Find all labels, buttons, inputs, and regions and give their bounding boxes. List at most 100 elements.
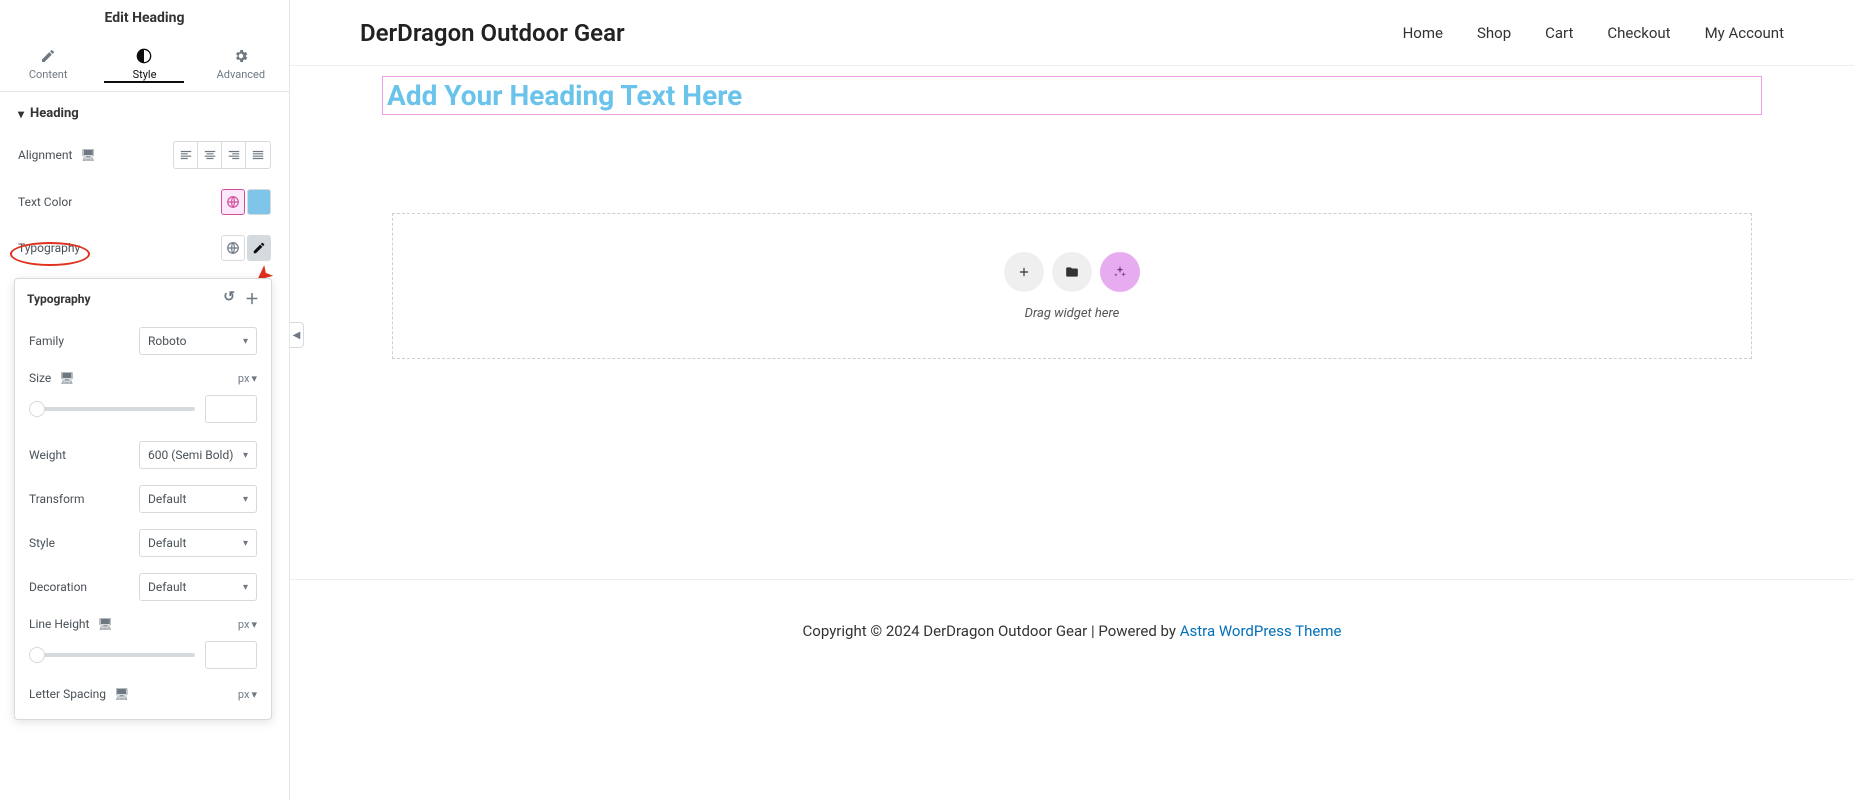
caret-down-icon: ▾ <box>18 107 24 121</box>
add-button[interactable]: ＋ <box>245 289 259 309</box>
sparkle-icon <box>1113 265 1127 279</box>
plus-icon <box>1017 265 1031 279</box>
footer-text: Copyright © 2024 DerDragon Outdoor Gear … <box>803 622 1180 640</box>
reset-button[interactable]: ↺ <box>223 289 235 309</box>
typography-edit-button[interactable] <box>247 235 271 261</box>
preview-canvas: DerDragon Outdoor Gear Home Shop Cart Ch… <box>290 0 1854 800</box>
section-heading-toggle[interactable]: ▾ Heading <box>0 92 289 131</box>
nav-home[interactable]: Home <box>1403 24 1443 42</box>
site-footer: Copyright © 2024 DerDragon Outdoor Gear … <box>290 622 1854 640</box>
size-input[interactable] <box>205 395 257 423</box>
tab-advanced[interactable]: Advanced <box>193 38 289 91</box>
transform-value: Default <box>148 492 186 506</box>
sidebar-collapse-handle[interactable]: ◀ <box>290 322 304 348</box>
tab-style-label: Style <box>133 68 157 81</box>
typography-popover: Typography ↺ ＋ Family Roboto ▾ Size 🖥 px… <box>14 278 272 720</box>
transform-select[interactable]: Default ▾ <box>139 485 257 513</box>
text-color-label: Text Color <box>18 195 72 209</box>
weight-select[interactable]: 600 (Semi Bold) ▾ <box>139 441 257 469</box>
contrast-icon <box>136 48 152 64</box>
footer-theme-link[interactable]: Astra WordPress Theme <box>1180 622 1342 640</box>
site-header: DerDragon Outdoor Gear Home Shop Cart Ch… <box>290 0 1854 66</box>
slider-thumb[interactable] <box>29 647 45 663</box>
globe-icon <box>226 241 240 255</box>
device-icon[interactable]: 🖥 <box>80 148 95 162</box>
device-icon[interactable]: 🖥 <box>114 687 129 701</box>
chevron-down-icon: ▾ <box>251 688 257 701</box>
weight-value: 600 (Semi Bold) <box>148 448 233 462</box>
dropzone-hint: Drag widget here <box>1025 306 1120 321</box>
nav-account[interactable]: My Account <box>1705 24 1784 42</box>
slider-thumb[interactable] <box>29 401 45 417</box>
template-library-button[interactable] <box>1052 252 1092 292</box>
heading-widget[interactable]: Add Your Heading Text Here <box>382 76 1762 115</box>
tab-content-label: Content <box>29 68 68 81</box>
control-alignment: Alignment 🖥 <box>0 131 289 179</box>
letter-spacing-unit-select[interactable]: px ▾ <box>238 688 257 701</box>
family-label: Family <box>29 334 64 348</box>
style-value: Default <box>148 536 186 550</box>
align-left-button[interactable] <box>174 142 198 168</box>
line-height-input[interactable] <box>205 641 257 669</box>
gear-icon <box>233 48 249 64</box>
add-widget-button[interactable] <box>1004 252 1044 292</box>
folder-icon <box>1065 265 1079 279</box>
pencil-icon <box>252 241 266 255</box>
device-icon[interactable]: 🖥 <box>59 371 74 385</box>
nav-checkout[interactable]: Checkout <box>1607 24 1670 42</box>
decoration-select[interactable]: Default ▾ <box>139 573 257 601</box>
editor-tabs: Content Style Advanced <box>0 38 289 92</box>
alignment-buttons <box>173 141 271 169</box>
line-height-slider[interactable] <box>29 653 195 657</box>
section-heading-label: Heading <box>30 106 79 121</box>
align-center-button[interactable] <box>198 142 222 168</box>
ai-button[interactable] <box>1100 252 1140 292</box>
style-select[interactable]: Default ▾ <box>139 529 257 557</box>
nav-cart[interactable]: Cart <box>1545 24 1573 42</box>
line-height-unit-select[interactable]: px ▾ <box>238 618 257 631</box>
chevron-down-icon: ▾ <box>243 494 248 505</box>
footer-separator <box>290 579 1854 580</box>
chevron-down-icon: ▾ <box>243 336 248 347</box>
size-slider[interactable] <box>29 407 195 411</box>
primary-nav: Home Shop Cart Checkout My Account <box>1403 24 1784 42</box>
chevron-down-icon: ▾ <box>243 450 248 461</box>
chevron-down-icon: ▾ <box>251 618 257 631</box>
alignment-label: Alignment <box>18 148 72 162</box>
letter-spacing-label: Letter Spacing <box>29 687 106 701</box>
family-select[interactable]: Roboto ▾ <box>139 327 257 355</box>
chevron-down-icon: ▾ <box>243 582 248 593</box>
text-color-swatch[interactable] <box>247 189 271 215</box>
control-typography: Typography <box>0 225 289 271</box>
tab-advanced-label: Advanced <box>217 68 265 81</box>
tab-style[interactable]: Style <box>96 38 192 91</box>
line-height-label: Line Height <box>29 617 89 631</box>
typography-label: Typography <box>18 241 80 255</box>
chevron-down-icon: ▾ <box>243 538 248 549</box>
align-right-button[interactable] <box>222 142 246 168</box>
globe-icon <box>226 195 240 209</box>
decoration-label: Decoration <box>29 580 87 594</box>
site-title: DerDragon Outdoor Gear <box>360 19 625 47</box>
device-icon[interactable]: 🖥 <box>97 617 112 631</box>
chevron-down-icon: ▾ <box>251 372 257 385</box>
global-color-toggle[interactable] <box>221 189 245 215</box>
transform-label: Transform <box>29 492 85 506</box>
weight-label: Weight <box>29 448 66 462</box>
heading-text[interactable]: Add Your Heading Text Here <box>387 79 1757 112</box>
style-label: Style <box>29 536 55 550</box>
control-text-color: Text Color <box>0 179 289 225</box>
family-value: Roboto <box>148 334 186 348</box>
pencil-icon <box>40 48 56 64</box>
dropzone-actions <box>1004 252 1140 292</box>
tab-content[interactable]: Content <box>0 38 96 91</box>
decoration-value: Default <box>148 580 186 594</box>
size-label: Size <box>29 371 51 385</box>
size-unit-select[interactable]: px ▾ <box>238 372 257 385</box>
panel-title: Edit Heading <box>0 0 289 38</box>
nav-shop[interactable]: Shop <box>1477 24 1511 42</box>
typography-global-toggle[interactable] <box>221 235 245 261</box>
popover-title: Typography <box>27 292 91 306</box>
align-justify-button[interactable] <box>246 142 270 168</box>
widget-dropzone[interactable]: Drag widget here <box>392 213 1752 359</box>
